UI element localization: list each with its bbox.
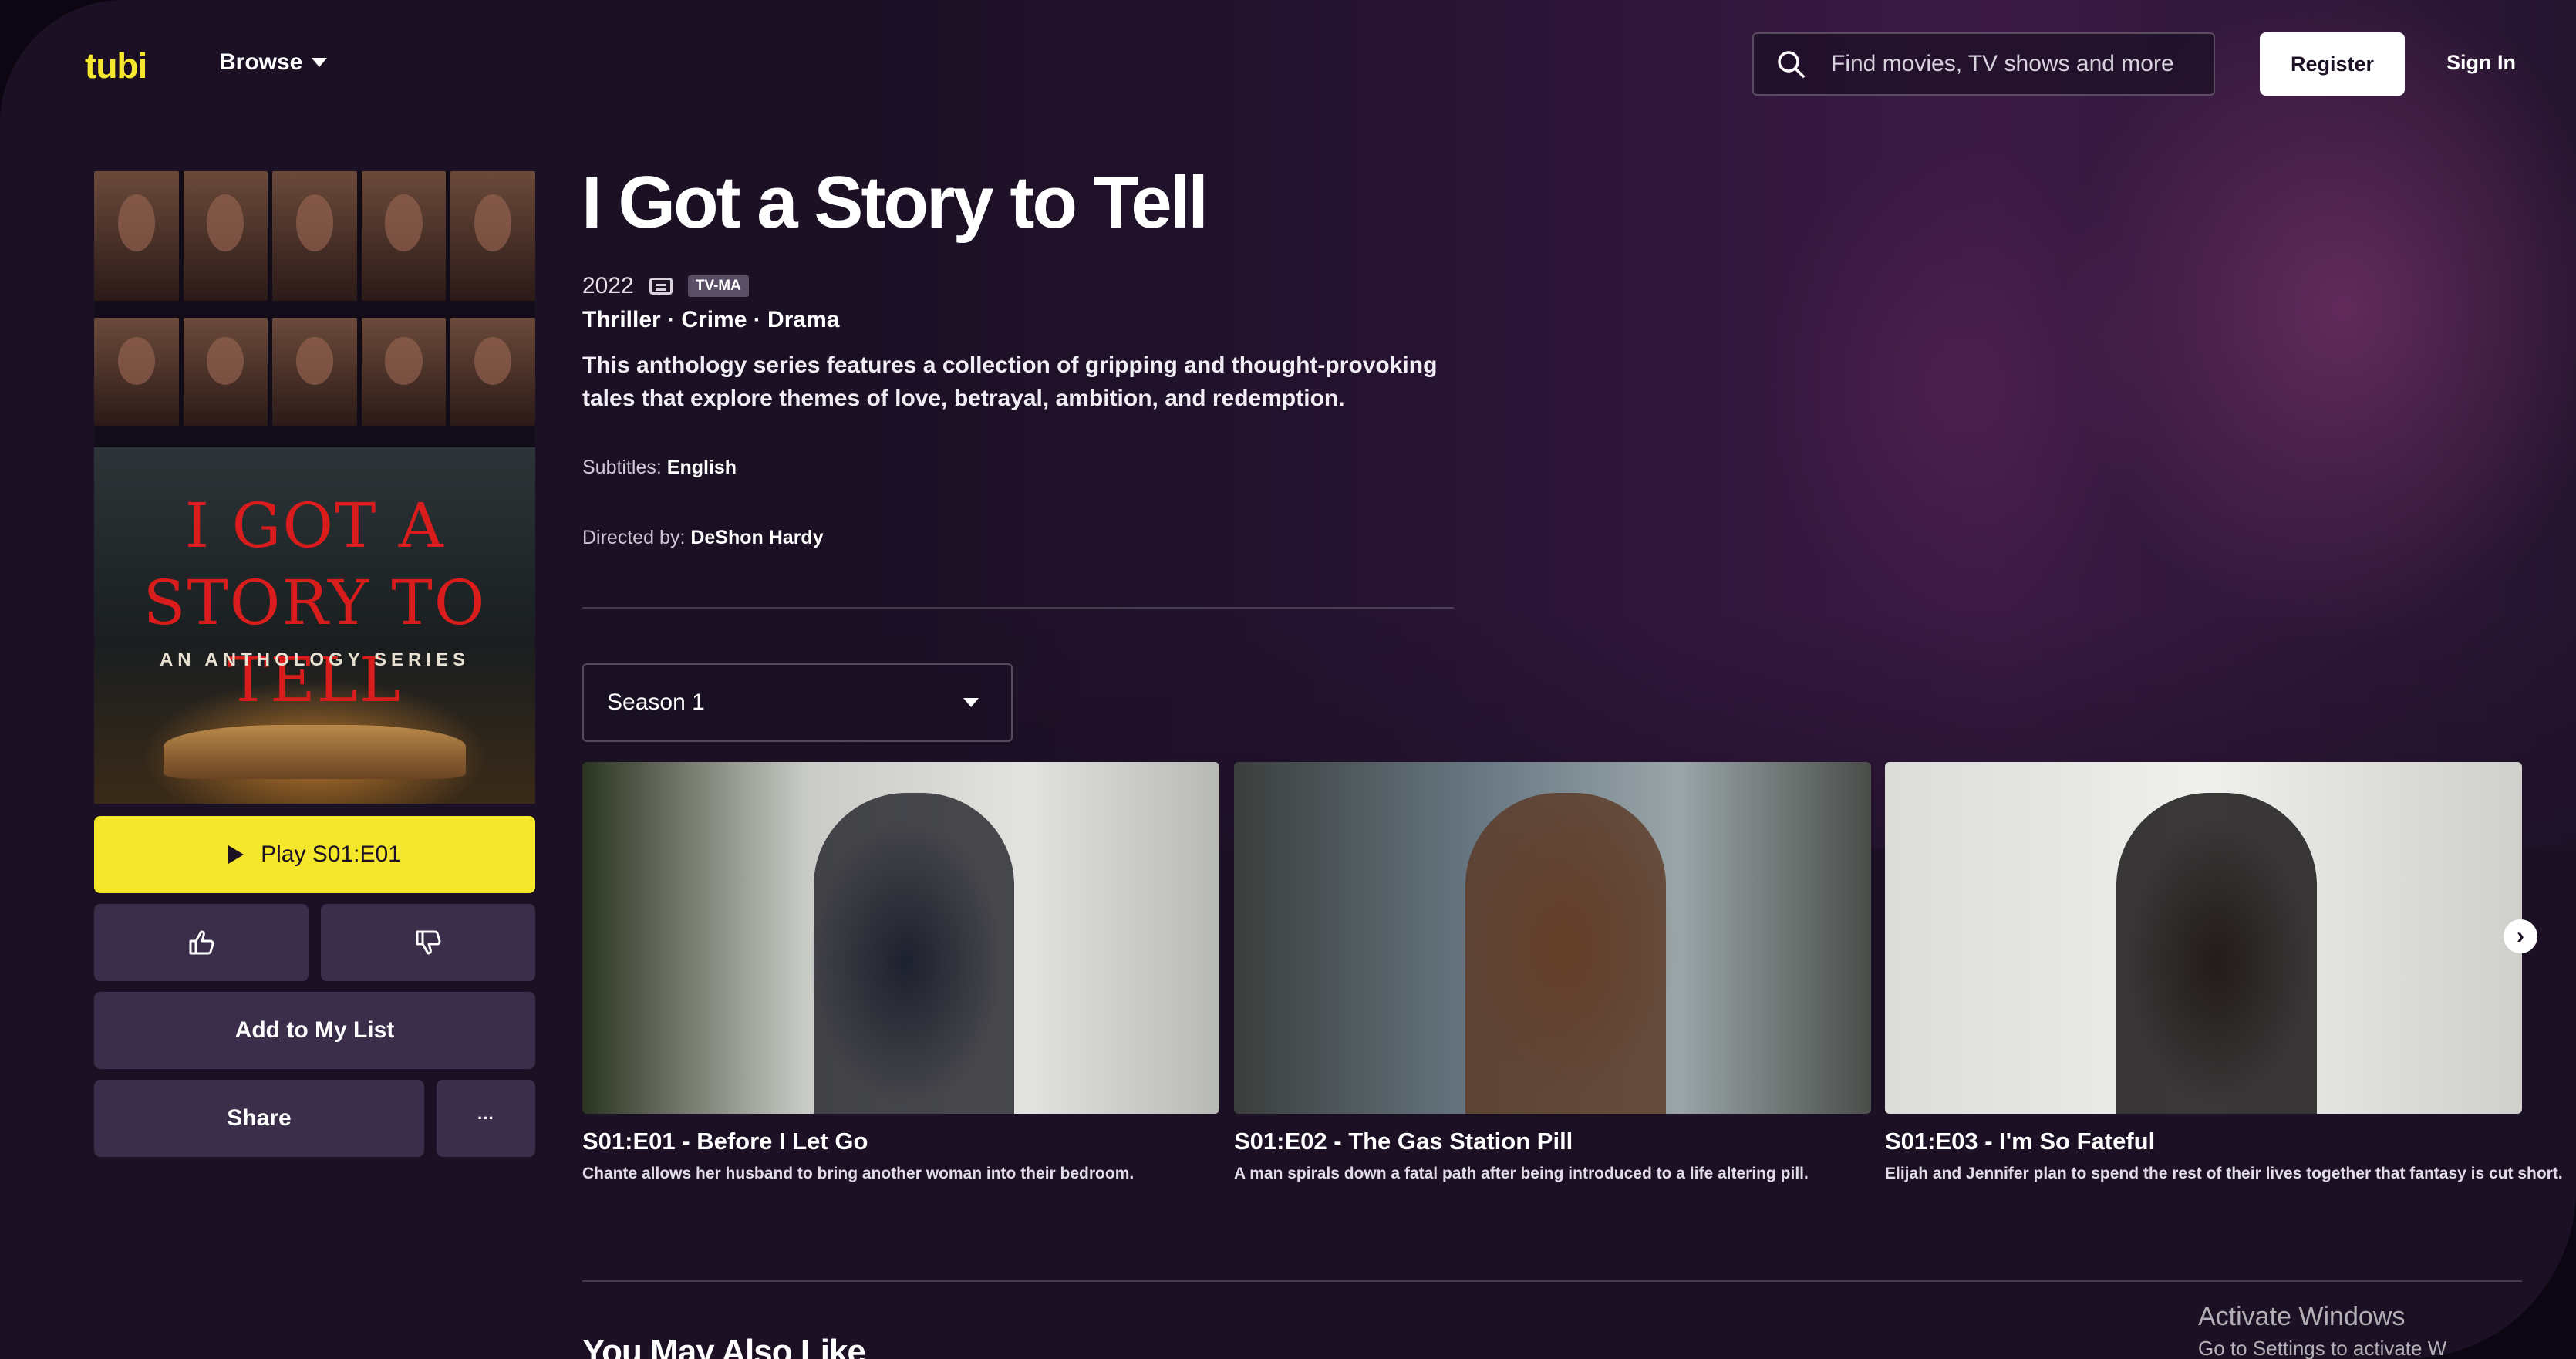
episode-card[interactable]: S01:E02 - The Gas Station Pill A man spi… xyxy=(1234,762,1871,1183)
release-year: 2022 xyxy=(582,273,634,298)
search-input[interactable] xyxy=(1829,50,2214,78)
you-may-also-like-heading: You May Also Like xyxy=(582,1333,866,1359)
thumbs-down-icon xyxy=(416,930,441,955)
chevron-right-icon: › xyxy=(2517,923,2524,949)
genres: Thriller · Crime · Drama xyxy=(582,307,840,332)
search-icon xyxy=(1778,51,1805,78)
show-title: I Got a Story to Tell xyxy=(582,161,1209,244)
show-description: This anthology series features a collect… xyxy=(582,352,1438,411)
thumbs-up-icon xyxy=(189,930,214,955)
closed-captions-icon xyxy=(649,278,673,295)
poster-title-text: I GOT A STORY TO TELL xyxy=(143,490,487,716)
poster-subtitle-text: AN ANTHOLOGY SERIES xyxy=(159,649,470,670)
more-options-button[interactable]: ··· xyxy=(437,1080,535,1157)
episode-card[interactable]: S01:E01 - Before I Let Go Chante allows … xyxy=(582,762,1219,1183)
book-illustration xyxy=(164,725,466,779)
season-selected: Season 1 xyxy=(607,690,705,715)
rating-badge: TV-MA xyxy=(687,275,749,297)
director-label: Directed by: xyxy=(582,527,686,548)
add-to-list-button[interactable]: Add to My List xyxy=(94,992,535,1069)
like-button[interactable] xyxy=(94,904,309,981)
browse-menu[interactable]: Browse xyxy=(219,49,328,76)
episode-description: Elijah and Jennifer plan to spend the re… xyxy=(1885,1165,2563,1182)
episode-description: A man spirals down a fatal path after be… xyxy=(1234,1165,1809,1182)
app-window: tubi Browse Register Sign In I GOT A STO… xyxy=(0,0,2576,1359)
section-divider xyxy=(582,1280,2522,1282)
activate-windows-watermark: Activate Windows Go to Settings to activ… xyxy=(2198,1302,2446,1359)
episode-thumbnail[interactable] xyxy=(1885,762,2522,1114)
watermark-line-2: Go to Settings to activate W xyxy=(2198,1337,2447,1359)
search-box[interactable] xyxy=(1752,32,2215,96)
register-button[interactable]: Register xyxy=(2260,32,2405,96)
play-icon xyxy=(228,845,244,864)
episode-title[interactable]: S01:E01 - Before I Let Go xyxy=(582,1128,1219,1155)
subtitles-info: Subtitles: English xyxy=(582,457,737,479)
chevron-down-icon xyxy=(963,698,979,707)
director-info: Directed by: DeShon Hardy xyxy=(582,527,824,549)
watermark-line-1: Activate Windows xyxy=(2198,1302,2406,1331)
sign-in-link[interactable]: Sign In xyxy=(2446,51,2516,75)
carousel-next-button[interactable]: › xyxy=(2504,919,2537,953)
season-selector[interactable]: Season 1 xyxy=(582,663,1013,742)
play-label: Play S01:E01 xyxy=(261,841,401,867)
episode-thumbnail[interactable] xyxy=(582,762,1219,1114)
browse-label: Browse xyxy=(219,49,303,75)
show-poster: I GOT A STORY TO TELL AN ANTHOLOGY SERIE… xyxy=(94,171,535,804)
director-value: DeShon Hardy xyxy=(690,527,824,548)
dislike-button[interactable] xyxy=(321,904,535,981)
episode-description: Chante allows her husband to bring anoth… xyxy=(582,1165,1135,1182)
poster-cast-row-2 xyxy=(94,318,535,426)
share-button[interactable]: Share xyxy=(94,1080,424,1157)
divider xyxy=(582,607,1454,609)
subtitles-value: English xyxy=(666,457,737,478)
episode-title[interactable]: S01:E03 - I'm So Fateful xyxy=(1885,1128,2522,1155)
subtitles-label: Subtitles: xyxy=(582,457,662,478)
poster-cast-row-1 xyxy=(94,171,535,301)
episode-title[interactable]: S01:E02 - The Gas Station Pill xyxy=(1234,1128,1871,1155)
show-meta: 2022 TV-MA xyxy=(582,273,749,299)
episode-thumbnail[interactable] xyxy=(1234,762,1871,1114)
play-button[interactable]: Play S01:E01 xyxy=(94,816,535,893)
tubi-logo[interactable]: tubi xyxy=(85,45,147,86)
episode-card[interactable]: S01:E03 - I'm So Fateful Elijah and Jenn… xyxy=(1885,762,2563,1183)
chevron-down-icon xyxy=(312,58,328,67)
